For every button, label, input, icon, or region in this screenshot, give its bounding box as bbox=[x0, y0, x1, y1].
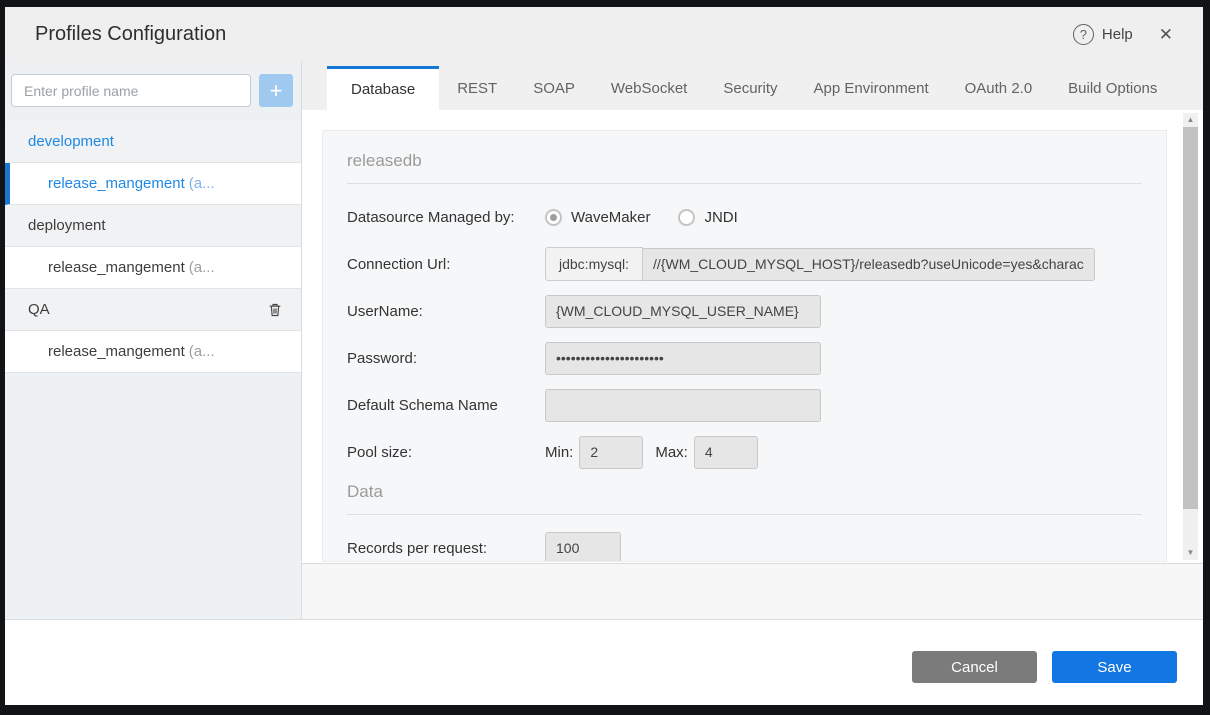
profile-item[interactable]: release_mangement (a... bbox=[5, 331, 301, 373]
dialog-footer: Cancel Save bbox=[5, 619, 1203, 705]
pool-min-label: Min: bbox=[545, 444, 573, 461]
help-label: Help bbox=[1102, 26, 1133, 43]
pool-size-row: Pool size: Min: Max: bbox=[347, 435, 1142, 469]
section-divider bbox=[347, 183, 1142, 184]
database-tab-content: releasedb Datasource Managed by: WaveMak… bbox=[302, 110, 1203, 563]
profile-group-label: QA bbox=[28, 301, 50, 318]
pool-max-input[interactable] bbox=[694, 436, 758, 469]
database-config-card: releasedb Datasource Managed by: WaveMak… bbox=[322, 130, 1167, 562]
tab-oauth[interactable]: OAuth 2.0 bbox=[947, 66, 1051, 110]
content-bottom-strip bbox=[302, 563, 1203, 619]
scroll-down-icon[interactable]: ▼ bbox=[1187, 546, 1195, 560]
profile-item-suffix: (a... bbox=[189, 259, 215, 276]
password-row: Password: bbox=[347, 341, 1142, 375]
tab-security[interactable]: Security bbox=[705, 66, 795, 110]
help-button[interactable]: ? Help bbox=[1073, 24, 1133, 45]
schema-label: Default Schema Name bbox=[347, 397, 545, 414]
profile-item-label: release_mangement bbox=[48, 259, 185, 276]
cancel-button[interactable]: Cancel bbox=[912, 651, 1037, 683]
profiles-sidebar: + development release_mangement (a... de… bbox=[5, 62, 302, 619]
help-icon: ? bbox=[1073, 24, 1094, 45]
username-input[interactable] bbox=[545, 295, 821, 328]
radio-unselected-icon[interactable] bbox=[678, 209, 695, 226]
data-section-title: Data bbox=[347, 482, 1142, 502]
pool-min-input[interactable] bbox=[579, 436, 643, 469]
profile-group-label: deployment bbox=[28, 217, 106, 234]
pool-size-label: Pool size: bbox=[347, 444, 545, 461]
save-button[interactable]: Save bbox=[1052, 651, 1177, 683]
profile-item-selected[interactable]: release_mangement (a... bbox=[5, 163, 301, 205]
connection-url-label: Connection Url: bbox=[347, 256, 545, 273]
connection-url-row: Connection Url: jdbc:mysql: bbox=[347, 247, 1142, 281]
profile-group-qa[interactable]: QA bbox=[5, 289, 301, 331]
datasource-label: Datasource Managed by: bbox=[347, 209, 545, 226]
username-label: UserName: bbox=[347, 303, 545, 320]
records-label: Records per request: bbox=[347, 540, 545, 557]
radio-wavemaker-label: WaveMaker bbox=[571, 209, 650, 226]
profile-group-label: development bbox=[28, 133, 114, 150]
connection-url-input[interactable] bbox=[643, 248, 1095, 281]
profile-name-input[interactable] bbox=[11, 74, 251, 107]
radio-jndi-label: JNDI bbox=[704, 209, 737, 226]
content-column: Database REST SOAP WebSocket Security Ap… bbox=[302, 62, 1203, 619]
profile-item-suffix: (a... bbox=[189, 175, 215, 192]
scroll-up-icon[interactable]: ▲ bbox=[1187, 113, 1195, 127]
delete-profile-icon[interactable] bbox=[267, 301, 283, 318]
profile-list: development release_mangement (a... depl… bbox=[5, 121, 301, 373]
tab-bar: Database REST SOAP WebSocket Security Ap… bbox=[302, 62, 1203, 110]
database-section-title: releasedb bbox=[347, 151, 1142, 171]
profile-group-deployment[interactable]: deployment bbox=[5, 205, 301, 247]
tab-rest[interactable]: REST bbox=[439, 66, 515, 110]
profile-item[interactable]: release_mangement (a... bbox=[5, 247, 301, 289]
profile-item-suffix: (a... bbox=[189, 343, 215, 360]
password-label: Password: bbox=[347, 350, 545, 367]
schema-row: Default Schema Name bbox=[347, 388, 1142, 422]
dialog-title: Profiles Configuration bbox=[35, 23, 226, 46]
dialog-header: Profiles Configuration ? Help ✕ bbox=[5, 7, 1203, 62]
radio-option-jndi[interactable]: JNDI bbox=[678, 209, 737, 226]
datasource-row: Datasource Managed by: WaveMaker JNDI bbox=[347, 200, 1142, 234]
tab-app-environment[interactable]: App Environment bbox=[796, 66, 947, 110]
profiles-configuration-dialog: Profiles Configuration ? Help ✕ + develo… bbox=[5, 7, 1203, 705]
records-per-request-input[interactable] bbox=[545, 532, 621, 563]
tab-websocket[interactable]: WebSocket bbox=[593, 66, 705, 110]
password-input[interactable] bbox=[545, 342, 821, 375]
section-divider bbox=[347, 514, 1142, 515]
jdbc-prefix: jdbc:mysql: bbox=[545, 247, 643, 281]
tab-soap[interactable]: SOAP bbox=[515, 66, 593, 110]
tab-build-options[interactable]: Build Options bbox=[1050, 66, 1175, 110]
radio-option-wavemaker[interactable]: WaveMaker bbox=[545, 209, 650, 226]
profile-item-label: release_mangement bbox=[48, 343, 185, 360]
profile-item-label: release_mangement bbox=[48, 175, 185, 192]
schema-input[interactable] bbox=[545, 389, 821, 422]
close-icon[interactable]: ✕ bbox=[1159, 25, 1173, 45]
profile-group-development[interactable]: development bbox=[5, 121, 301, 163]
pool-max-label: Max: bbox=[655, 444, 688, 461]
profile-add-row: + bbox=[5, 62, 301, 121]
vertical-scrollbar[interactable]: ▲ ▼ bbox=[1183, 113, 1198, 560]
scrollbar-thumb[interactable] bbox=[1183, 127, 1198, 509]
radio-selected-icon[interactable] bbox=[545, 209, 562, 226]
dialog-body: + development release_mangement (a... de… bbox=[5, 62, 1203, 619]
tab-database[interactable]: Database bbox=[327, 66, 439, 110]
username-row: UserName: bbox=[347, 294, 1142, 328]
records-row: Records per request: bbox=[347, 531, 1142, 562]
add-profile-button[interactable]: + bbox=[259, 74, 293, 107]
